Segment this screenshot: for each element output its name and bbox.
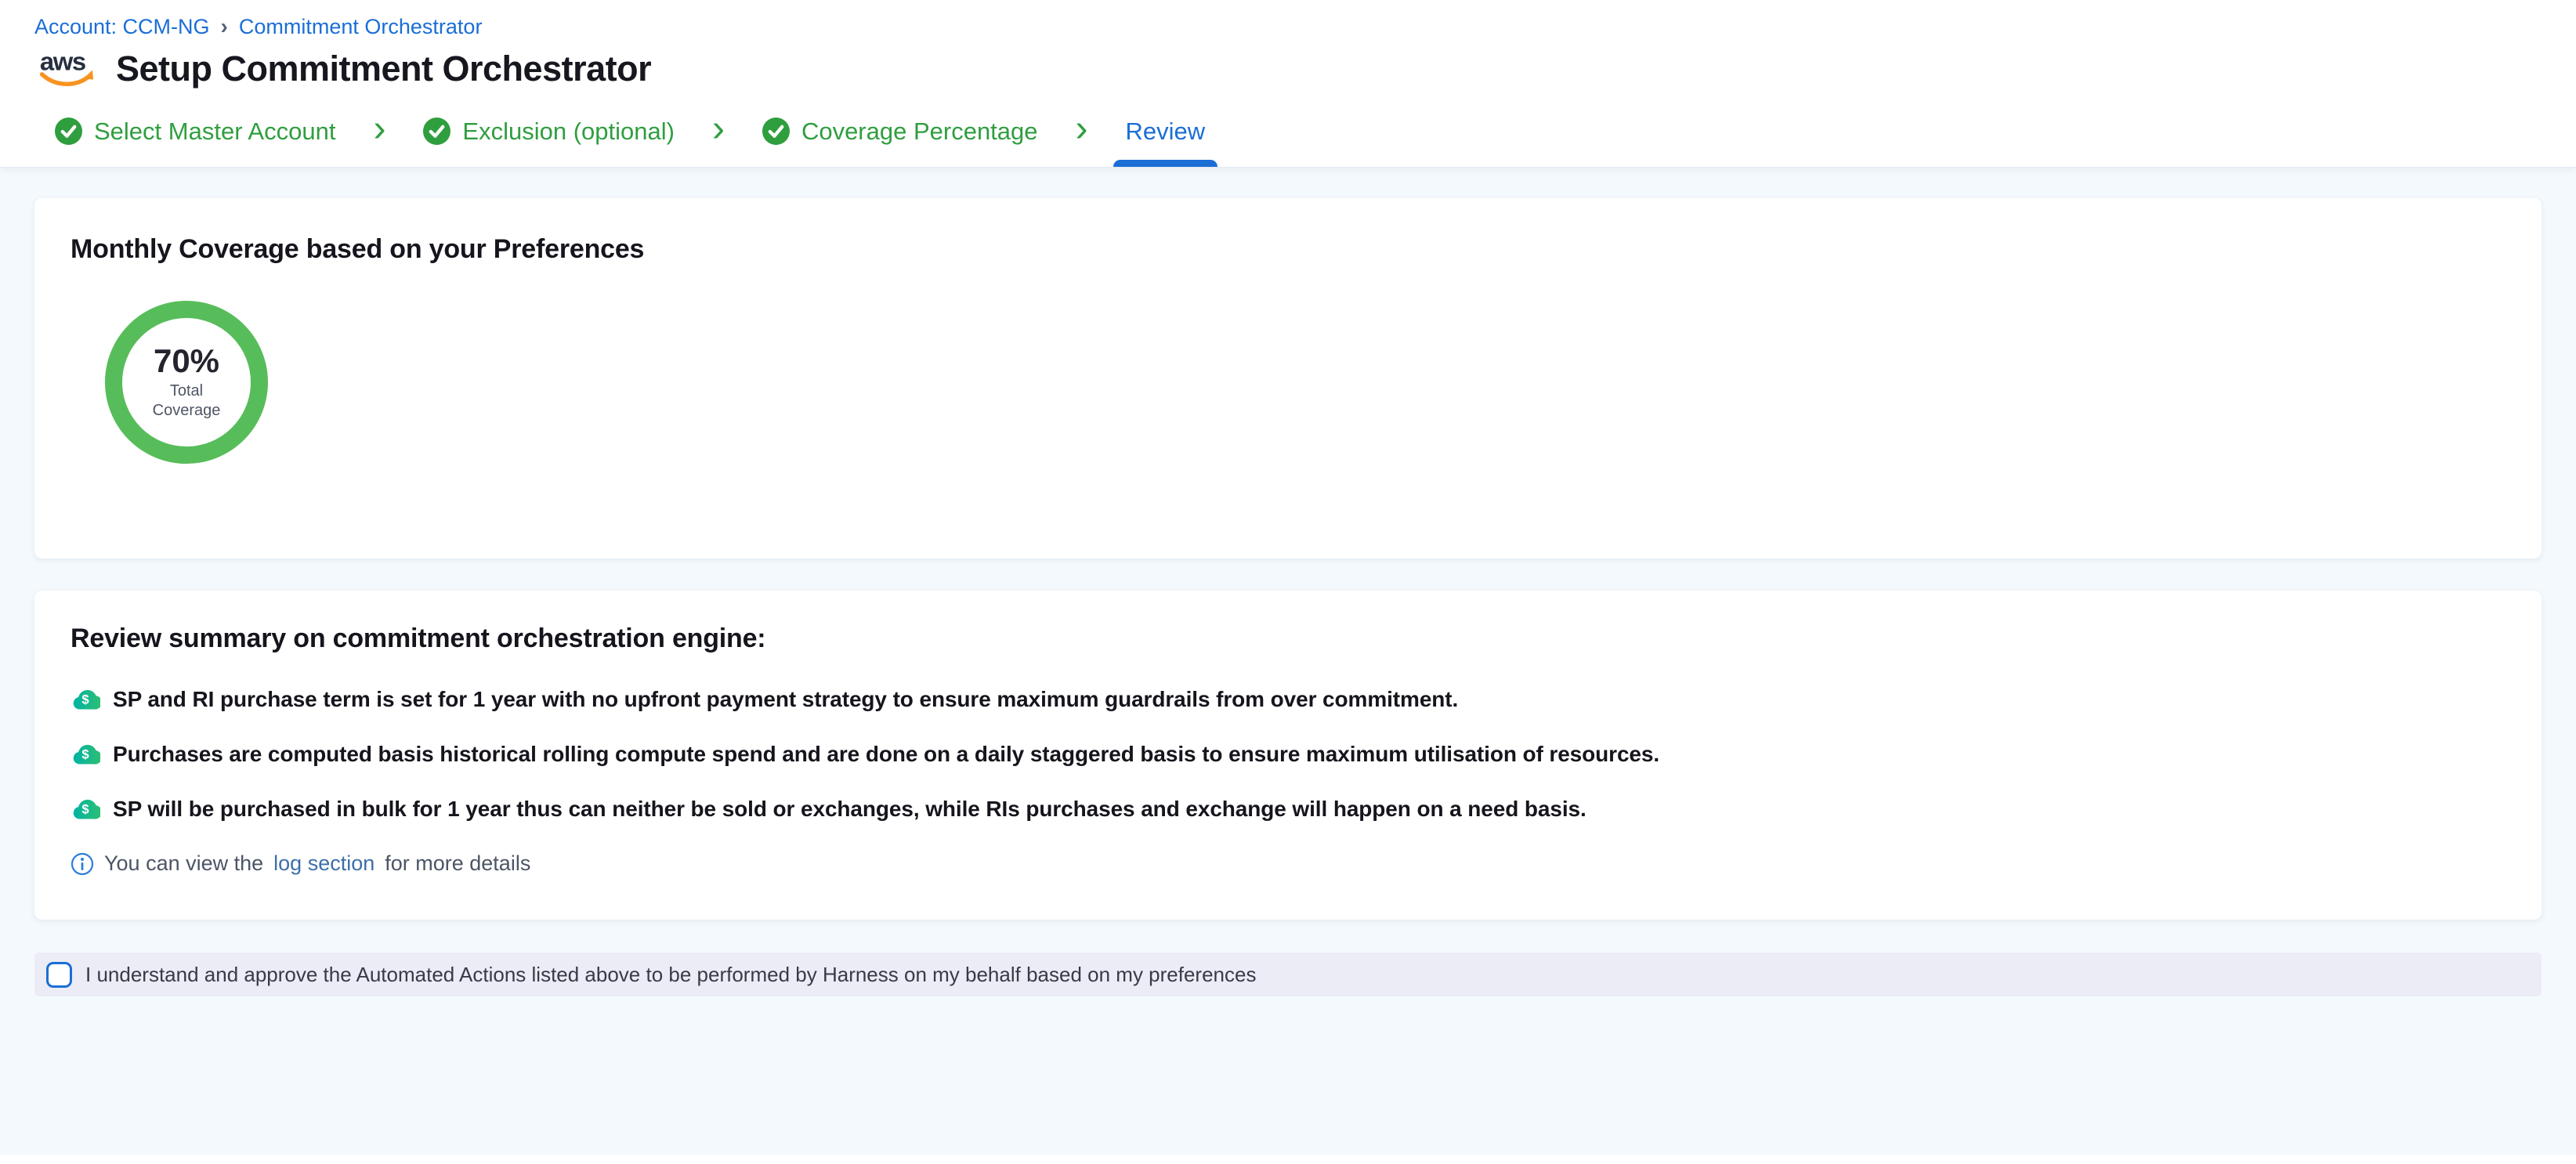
- stepper-tabbar: Select Master Account › Exclusion (optio…: [0, 96, 2576, 168]
- coverage-donut-chart: 70% Total Coverage: [105, 301, 268, 464]
- bullet-text: SP will be purchased in bulk for 1 year …: [113, 797, 1586, 822]
- step-label: Coverage Percentage: [801, 117, 1038, 146]
- tab-review[interactable]: Review: [1121, 96, 1210, 167]
- bullet-text: SP and RI purchase term is set for 1 yea…: [113, 687, 1458, 712]
- summary-bullet: $ SP will be purchased in bulk for 1 yea…: [71, 797, 2505, 822]
- page: Account: CCM-NG › Commitment Orchestrato…: [0, 0, 2576, 1164]
- bullet-text: Purchases are computed basis historical …: [113, 742, 1659, 767]
- review-summary-card: Review summary on commitment orchestrati…: [34, 591, 2542, 920]
- svg-text:$: $: [81, 692, 89, 707]
- svg-text:aws: aws: [40, 47, 85, 75]
- donut-value: 70%: [154, 344, 219, 378]
- approval-checkbox[interactable]: [46, 962, 72, 988]
- donut-label-line1: Total: [153, 381, 221, 401]
- summary-bullet: $ Purchases are computed basis historica…: [71, 742, 2505, 767]
- breadcrumb-page-link[interactable]: Commitment Orchestrator: [239, 15, 483, 39]
- log-section-link[interactable]: log section: [273, 851, 374, 876]
- bottom-strip: [0, 1155, 2576, 1164]
- summary-card-title: Review summary on commitment orchestrati…: [71, 624, 2505, 654]
- donut-label-line2: Coverage: [153, 401, 221, 421]
- breadcrumb-account-link[interactable]: Account: CCM-NG: [34, 15, 210, 39]
- chevron-right-icon: ›: [1076, 110, 1088, 148]
- svg-text:$: $: [81, 746, 89, 761]
- step-label: Exclusion (optional): [462, 117, 675, 146]
- summary-bullets: $ SP and RI purchase term is set for 1 y…: [71, 687, 2505, 822]
- tab-coverage-percentage[interactable]: Coverage Percentage: [758, 96, 1043, 167]
- approval-label: I understand and approve the Automated A…: [85, 963, 1256, 987]
- header: Account: CCM-NG › Commitment Orchestrato…: [0, 0, 2576, 96]
- cloud-dollar-icon: $: [71, 797, 100, 821]
- donut-label: Total Coverage: [153, 381, 221, 421]
- title-row: aws Setup Commitment Orchestrator: [34, 47, 2542, 96]
- step-label: Review: [1126, 117, 1206, 146]
- coverage-card-title: Monthly Coverage based on your Preferenc…: [71, 234, 2505, 265]
- info-icon: [71, 852, 94, 876]
- svg-text:$: $: [81, 801, 89, 816]
- check-circle-icon: [423, 117, 450, 145]
- breadcrumb-separator-icon: ›: [221, 14, 228, 39]
- chevron-right-icon: ›: [373, 110, 385, 148]
- approval-row: I understand and approve the Automated A…: [34, 953, 2542, 996]
- info-text-suffix: for more details: [385, 851, 530, 876]
- monthly-coverage-card: Monthly Coverage based on your Preferenc…: [34, 198, 2542, 559]
- chevron-right-icon: ›: [712, 110, 725, 148]
- summary-bullet: $ SP and RI purchase term is set for 1 y…: [71, 687, 2505, 712]
- donut-center: 70% Total Coverage: [122, 318, 251, 446]
- cloud-dollar-icon: $: [71, 743, 100, 766]
- page-title: Setup Commitment Orchestrator: [116, 49, 651, 89]
- main-content: Monthly Coverage based on your Preferenc…: [0, 198, 2576, 996]
- check-circle-icon: [762, 117, 790, 145]
- aws-logo-icon: aws: [34, 47, 99, 91]
- cloud-dollar-icon: $: [71, 688, 100, 711]
- info-text-prefix: You can view the: [104, 851, 263, 876]
- info-line: You can view the log section for more de…: [71, 851, 2505, 876]
- tab-exclusion-optional[interactable]: Exclusion (optional): [418, 96, 679, 167]
- step-label: Select Master Account: [94, 117, 335, 146]
- breadcrumb: Account: CCM-NG › Commitment Orchestrato…: [34, 14, 2542, 39]
- check-circle-icon: [55, 117, 82, 145]
- tab-select-master-account[interactable]: Select Master Account: [50, 96, 340, 167]
